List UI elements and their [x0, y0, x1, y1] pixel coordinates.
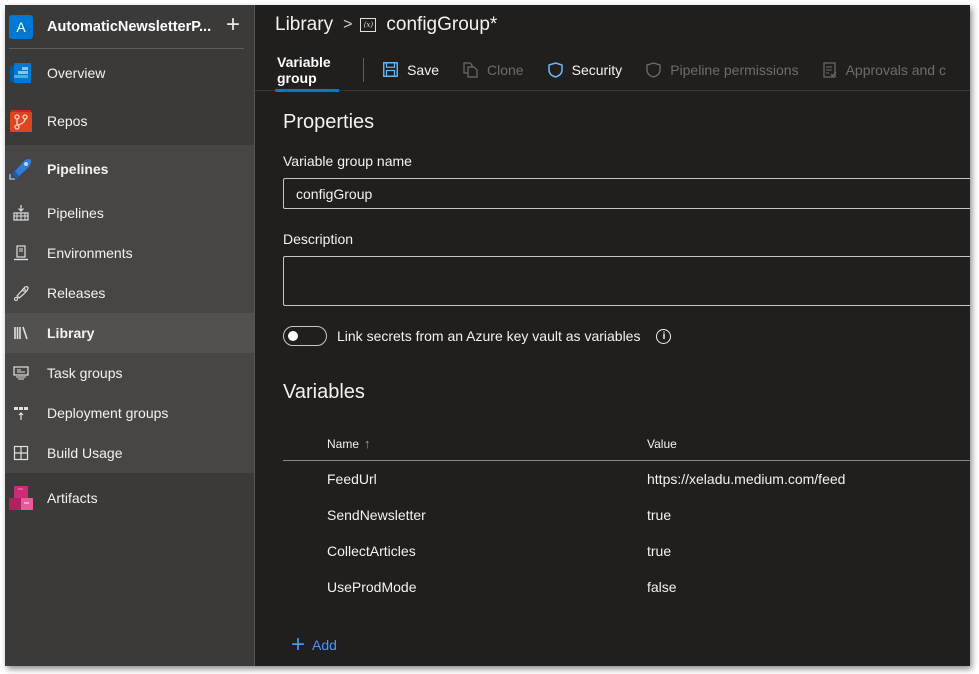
variable-group-icon: (x)	[360, 18, 377, 32]
sidebar-item-label: Releases	[47, 285, 106, 301]
deployment-groups-icon	[9, 401, 33, 425]
breadcrumb: Library > (x) configGroup*	[275, 14, 497, 36]
column-header-name[interactable]: Name ↑	[283, 436, 647, 451]
group-name-value: configGroup	[296, 185, 373, 202]
sidebar: A AutomaticNewsletterP... + Overview Rep…	[5, 5, 255, 666]
keyvault-toggle[interactable]	[283, 326, 327, 346]
sidebar-item-repos[interactable]: Repos	[5, 97, 254, 145]
sidebar-item-label: Pipelines	[47, 161, 109, 177]
group-name-input[interactable]: configGroup	[283, 178, 970, 209]
variable-name[interactable]: UseProdMode	[283, 579, 647, 595]
pipelines-icon	[9, 201, 33, 225]
main-panel: Library > (x) configGroup* Variable grou…	[255, 5, 970, 666]
variable-value[interactable]: https://xeladu.medium.com/feed	[647, 471, 970, 487]
sidebar-item-deployment-groups[interactable]: Deployment groups	[5, 393, 254, 433]
save-label: Save	[407, 61, 440, 78]
repos-icon	[9, 109, 33, 133]
group-name-label: Variable group name	[283, 153, 412, 169]
security-label: Security	[571, 61, 623, 78]
keyvault-toggle-label: Link secrets from an Azure key vault as …	[337, 328, 641, 344]
breadcrumb-separator: >	[343, 16, 353, 33]
project-name[interactable]: AutomaticNewsletterP...	[47, 19, 211, 35]
sidebar-item-label: Task groups	[47, 365, 123, 381]
save-icon	[383, 62, 399, 77]
column-name-label: Name	[327, 436, 360, 451]
tab-variable-group[interactable]: Variable group	[274, 49, 340, 92]
pipelines-hub-icon	[9, 157, 33, 181]
sidebar-item-overview[interactable]: Overview	[5, 49, 254, 97]
new-item-button[interactable]: +	[226, 13, 240, 37]
add-variable-button[interactable]: + Add	[291, 631, 337, 658]
sort-ascending-icon: ↑	[364, 436, 371, 451]
variable-value[interactable]: true	[647, 543, 970, 559]
divider	[9, 48, 244, 49]
clone-button[interactable]: Clone	[463, 62, 524, 78]
toolbar-divider	[363, 57, 365, 82]
sidebar-item-artifacts[interactable]: Artifacts	[5, 473, 254, 523]
task-groups-icon	[9, 361, 33, 385]
sidebar-item-label: Deployment groups	[47, 405, 169, 421]
variables-table: Name ↑ Value FeedUrl https://xeladu.medi…	[283, 427, 970, 605]
sidebar-item-environments[interactable]: Environments	[5, 233, 254, 273]
description-textarea[interactable]	[283, 256, 970, 306]
pipeline-permissions-button[interactable]: Pipeline permissions	[646, 61, 799, 78]
sidebar-item-task-groups[interactable]: Task groups	[5, 353, 254, 393]
properties-heading: Properties	[283, 111, 375, 133]
sidebar-item-label: Overview	[47, 65, 106, 81]
table-row[interactable]: UseProdMode false	[283, 569, 970, 605]
content-area: Properties Variable group name configGro…	[283, 111, 970, 657]
security-button[interactable]: Security	[547, 61, 623, 78]
shield-outline-icon	[646, 61, 661, 78]
table-row[interactable]: FeedUrl https://xeladu.medium.com/feed	[283, 461, 970, 497]
variable-name[interactable]: CollectArticles	[283, 543, 647, 559]
checklist-icon	[822, 61, 837, 78]
approvals-label: Approvals and c	[845, 61, 946, 78]
releases-icon	[9, 281, 33, 305]
pipelines-group: Pipelines Pipelines Environments Release…	[5, 145, 254, 473]
overview-icon	[9, 61, 33, 85]
sidebar-item-label: Artifacts	[47, 490, 98, 506]
clone-icon	[463, 61, 478, 78]
keyvault-toggle-row: Link secrets from an Azure key vault as …	[283, 326, 672, 346]
table-header: Name ↑ Value	[283, 427, 970, 461]
variable-name[interactable]: FeedUrl	[283, 471, 647, 487]
clone-label: Clone	[487, 61, 524, 78]
sidebar-item-pipelines-hub[interactable]: Pipelines	[5, 145, 254, 193]
variable-value[interactable]: true	[647, 507, 970, 523]
sidebar-item-releases[interactable]: Releases	[5, 273, 254, 313]
shield-icon	[547, 61, 563, 78]
info-icon[interactable]: i	[656, 328, 672, 344]
sidebar-item-label: Environments	[47, 245, 133, 261]
variable-value[interactable]: false	[647, 579, 970, 595]
artifacts-icon	[9, 486, 33, 510]
toggle-knob	[288, 331, 298, 341]
sidebar-item-label: Repos	[47, 113, 88, 129]
sidebar-item-pipelines[interactable]: Pipelines	[5, 193, 254, 233]
approvals-and-checks-button[interactable]: Approvals and c	[822, 61, 946, 78]
column-header-value[interactable]: Value	[647, 437, 970, 451]
sidebar-item-library[interactable]: Library	[5, 313, 254, 353]
description-label: Description	[283, 231, 354, 247]
variable-name[interactable]: SendNewsletter	[283, 507, 647, 523]
page-title: configGroup*	[386, 14, 498, 35]
app-window: A AutomaticNewsletterP... + Overview Rep…	[5, 5, 970, 666]
sidebar-item-label: Pipelines	[47, 205, 104, 221]
project-avatar: A	[9, 15, 33, 39]
library-icon	[9, 321, 33, 345]
project-header[interactable]: A AutomaticNewsletterP... +	[5, 5, 254, 49]
save-button[interactable]: Save	[383, 62, 439, 78]
table-row[interactable]: CollectArticles true	[283, 533, 970, 569]
environments-icon	[9, 241, 33, 265]
sidebar-item-label: Library	[47, 325, 95, 341]
build-usage-icon	[9, 441, 33, 465]
toolbar: Variable group Save Clone Security Pipel…	[255, 49, 970, 92]
table-row[interactable]: SendNewsletter true	[283, 497, 970, 533]
pipeline-permissions-label: Pipeline permissions	[670, 61, 799, 78]
sidebar-item-build-usage[interactable]: Build Usage	[5, 433, 254, 473]
variables-heading: Variables	[283, 381, 365, 403]
breadcrumb-library-link[interactable]: Library	[275, 14, 333, 36]
add-label: Add	[312, 637, 337, 653]
sidebar-item-label: Build Usage	[47, 445, 123, 461]
plus-icon: +	[291, 631, 306, 658]
